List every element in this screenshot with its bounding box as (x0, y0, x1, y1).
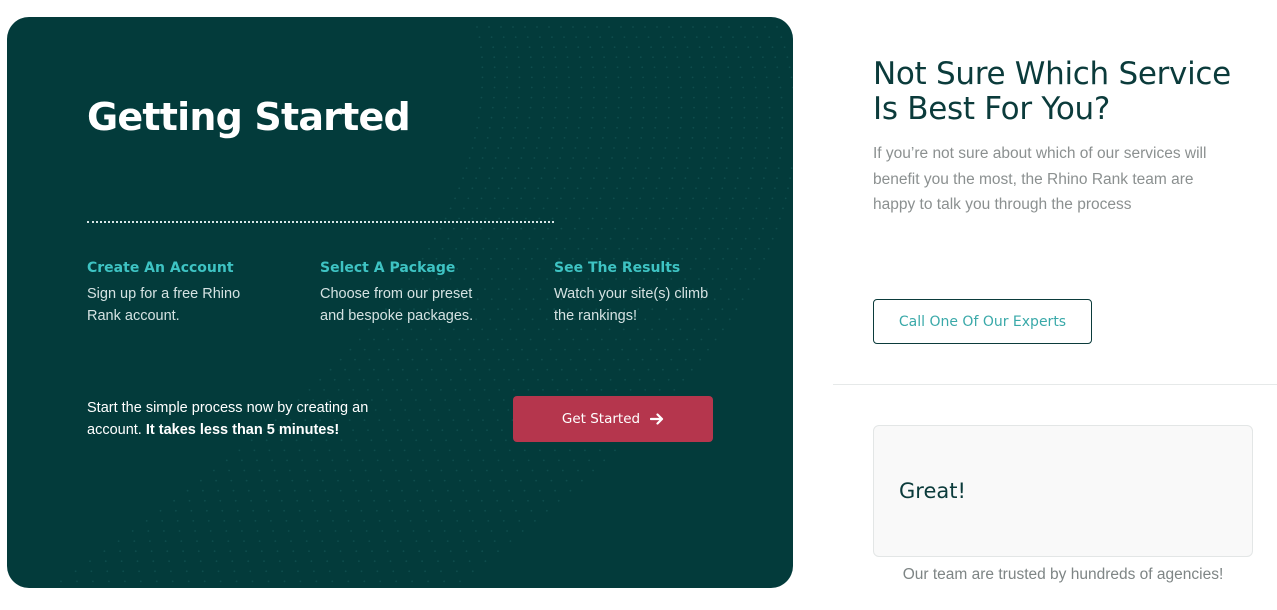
call-experts-button[interactable]: Call One Of Our Experts (873, 299, 1092, 344)
service-help-description: If you’re not sure about which of our se… (873, 145, 1207, 213)
step-description: Watch your site(s) climb the rankings! (554, 286, 709, 324)
step-create-account: Create An Account Sign up for a free Rhi… (87, 260, 287, 327)
step-select-package: Select A Package Choose from our preset … (320, 260, 520, 327)
section-divider (833, 384, 1277, 385)
step-description: Sign up for a free Rhino Rank account. (87, 286, 241, 324)
get-started-button[interactable]: Get Started (513, 396, 713, 442)
service-help-heading: Not Sure Which Service Is Best For You? (873, 56, 1231, 127)
step-title: See The Results (554, 260, 681, 276)
get-started-label: Get Started (561, 411, 641, 427)
arrow-right-icon (650, 412, 664, 426)
step-title: Create An Account (87, 260, 234, 276)
step-description: Choose from our preset and bespoke packa… (320, 286, 474, 324)
dotted-divider (87, 221, 554, 223)
getting-started-title: Getting Started (87, 95, 411, 139)
getting-started-card: Getting Started Create An Account Sign u… (7, 17, 793, 588)
trusted-by-text: Our team are trusted by hundreds of agen… (902, 566, 1224, 583)
step-see-results: See The Results Watch your site(s) climb… (554, 260, 754, 327)
step-title: Select A Package (320, 260, 456, 276)
cta-text-emphasis: It takes less than 5 minutes! (145, 422, 340, 438)
cta-text: Start the simple process now by creating… (87, 397, 407, 441)
review-widget[interactable]: Great! (873, 425, 1253, 557)
review-rating-word: Great! (899, 479, 966, 503)
